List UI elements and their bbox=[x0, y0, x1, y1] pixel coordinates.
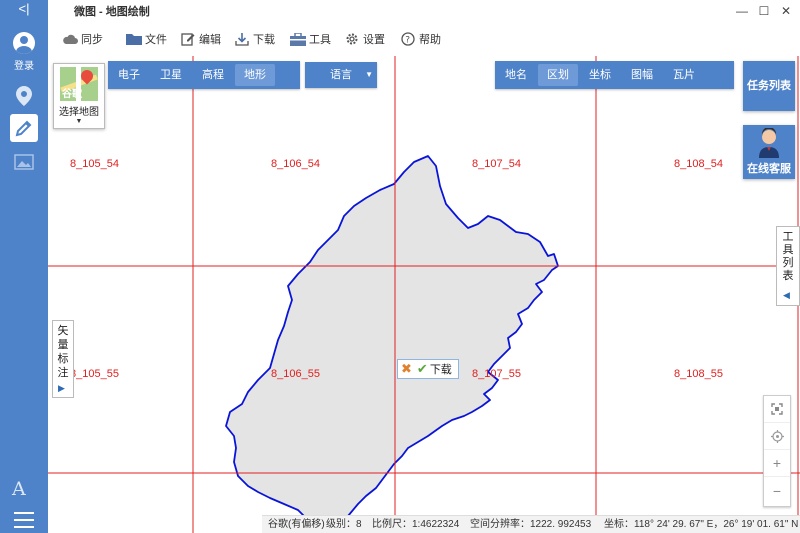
tools-button[interactable]: 工具 bbox=[290, 30, 331, 48]
zoom-controls: + − bbox=[763, 395, 791, 507]
locate-button[interactable] bbox=[764, 423, 790, 450]
minus-icon: − bbox=[772, 482, 782, 499]
location-pin-icon[interactable] bbox=[12, 84, 36, 108]
download-button[interactable]: 下载 bbox=[234, 30, 275, 48]
tab-sheets[interactable]: 图幅 bbox=[622, 64, 662, 86]
tool-list-char: 列 bbox=[782, 257, 794, 269]
select-map-button[interactable]: 谷歌 选择地图 ▼ bbox=[53, 63, 105, 129]
online-service-label: 在线客服 bbox=[747, 163, 791, 175]
confirm-check-icon[interactable]: ✔ bbox=[417, 361, 428, 377]
fullscreen-icon bbox=[771, 403, 783, 415]
task-list-button[interactable]: 任务列表 bbox=[743, 61, 795, 111]
vector-annotation-panel[interactable]: 矢 量 标 注 ▶ bbox=[52, 320, 74, 398]
chevron-down-icon: ▼ bbox=[365, 70, 373, 79]
chevron-down-icon: ▼ bbox=[75, 118, 83, 125]
title-bar: 微图 - 地图绘制 — ☐ ✕ bbox=[48, 0, 800, 22]
map-source-status: 谷歌(有偏移) bbox=[268, 519, 325, 530]
sync-button[interactable]: 同步 bbox=[62, 30, 103, 48]
status-bar: 谷歌(有偏移) 级别：8 比例尺：1:4622324 空间分辨率：1222. 9… bbox=[262, 515, 800, 533]
vector-panel-char: 注 bbox=[57, 367, 69, 379]
vector-panel-char: 量 bbox=[57, 339, 69, 351]
tool-list-char: 工 bbox=[782, 231, 794, 243]
chevron-left-icon: ◀ bbox=[783, 290, 790, 300]
zoom-out-button[interactable]: − bbox=[764, 477, 790, 504]
online-service-button[interactable]: 在线客服 bbox=[743, 125, 795, 179]
help-button[interactable]: ? 帮助 bbox=[400, 30, 441, 48]
image-icon[interactable] bbox=[12, 150, 36, 174]
file-button[interactable]: 文件 bbox=[126, 30, 167, 48]
folder-icon bbox=[126, 32, 142, 46]
app-title: 微图 - 地图绘制 bbox=[74, 6, 150, 18]
tool-list-char: 表 bbox=[782, 270, 794, 282]
download-icon bbox=[234, 32, 250, 46]
tab-terrain[interactable]: 地形 bbox=[235, 64, 275, 86]
download-label: 下载 bbox=[253, 34, 275, 46]
map-canvas[interactable]: 8_105_54 8_106_54 8_107_54 8_108_54 8_10… bbox=[48, 56, 800, 533]
main-toolbar: 同步 文件 编辑 下载 工具 设置 ? 帮助 bbox=[48, 26, 800, 52]
select-map-label: 选择地图 bbox=[59, 107, 99, 118]
font-tool-icon[interactable]: A bbox=[12, 478, 26, 500]
zoom-level-status: 级别：8 bbox=[326, 519, 362, 530]
tools-label: 工具 bbox=[309, 34, 331, 46]
svg-text:?: ? bbox=[405, 36, 410, 46]
layer-tabs: 地名 区划 坐标 图幅 瓦片 bbox=[495, 61, 734, 89]
login-button[interactable]: 登录 bbox=[0, 32, 48, 72]
scale-status: 比例尺：1:4622324 bbox=[372, 519, 460, 530]
cloud-icon bbox=[62, 32, 78, 46]
edit-button[interactable]: 编辑 bbox=[180, 30, 221, 48]
chevron-right-icon: ▶ bbox=[58, 383, 65, 393]
vector-panel-char: 标 bbox=[57, 353, 69, 365]
download-popup: ✖ ✔ 下载 bbox=[397, 359, 459, 379]
fullscreen-button[interactable] bbox=[764, 396, 790, 423]
gear-icon bbox=[344, 32, 360, 46]
settings-button[interactable]: 设置 bbox=[344, 30, 385, 48]
collapse-sidebar-button[interactable]: <| bbox=[0, 0, 48, 20]
sync-label: 同步 bbox=[81, 34, 103, 46]
cancel-icon[interactable]: ✖ bbox=[401, 361, 412, 377]
tool-list-panel[interactable]: 工 具 列 表 ◀ bbox=[776, 226, 800, 306]
menu-icon[interactable] bbox=[14, 512, 34, 533]
minimize-button[interactable]: — bbox=[730, 2, 754, 20]
crosshair-icon bbox=[770, 429, 784, 443]
tab-coordinates[interactable]: 坐标 bbox=[580, 64, 620, 86]
login-label: 登录 bbox=[14, 61, 34, 72]
map-thumbnail-icon: 谷歌 bbox=[60, 67, 98, 101]
plus-icon: + bbox=[772, 455, 782, 471]
tab-place-names[interactable]: 地名 bbox=[496, 64, 536, 86]
edit-icon bbox=[180, 32, 196, 46]
file-label: 文件 bbox=[145, 34, 167, 46]
tab-electronic[interactable]: 电子 bbox=[109, 64, 149, 86]
toolbox-icon bbox=[290, 32, 306, 46]
vector-panel-char: 矢 bbox=[57, 325, 69, 337]
download-confirm-button[interactable]: 下载 bbox=[430, 361, 452, 377]
tab-elevation[interactable]: 高程 bbox=[193, 64, 233, 86]
tool-list-char: 具 bbox=[782, 244, 794, 256]
settings-label: 设置 bbox=[363, 34, 385, 46]
help-icon: ? bbox=[400, 32, 416, 46]
maximize-button[interactable]: ☐ bbox=[752, 2, 776, 20]
user-avatar-icon bbox=[13, 32, 35, 54]
zoom-in-button[interactable]: + bbox=[764, 450, 790, 477]
left-sidebar: <| 登录 A bbox=[0, 0, 48, 533]
pencil-icon[interactable] bbox=[10, 114, 38, 142]
map-type-tabs: 电子 卫星 高程 地形 bbox=[108, 61, 300, 89]
language-label: 语言 bbox=[330, 69, 352, 81]
tab-divisions[interactable]: 区划 bbox=[538, 64, 578, 86]
tab-satellite[interactable]: 卫星 bbox=[151, 64, 191, 86]
help-label: 帮助 bbox=[419, 34, 441, 46]
language-select[interactable]: 语言 ▼ bbox=[305, 62, 377, 88]
tab-tiles[interactable]: 瓦片 bbox=[664, 64, 704, 86]
tile-grid bbox=[48, 56, 800, 533]
coordinate-status: 坐标：118° 24' 29. 67" E，26° 19' 01. 61" N bbox=[604, 519, 799, 530]
customer-service-icon bbox=[757, 127, 781, 158]
resolution-status: 空间分辨率：1222. 992453 bbox=[470, 519, 592, 530]
edit-label: 编辑 bbox=[199, 34, 221, 46]
close-button[interactable]: ✕ bbox=[774, 2, 798, 20]
